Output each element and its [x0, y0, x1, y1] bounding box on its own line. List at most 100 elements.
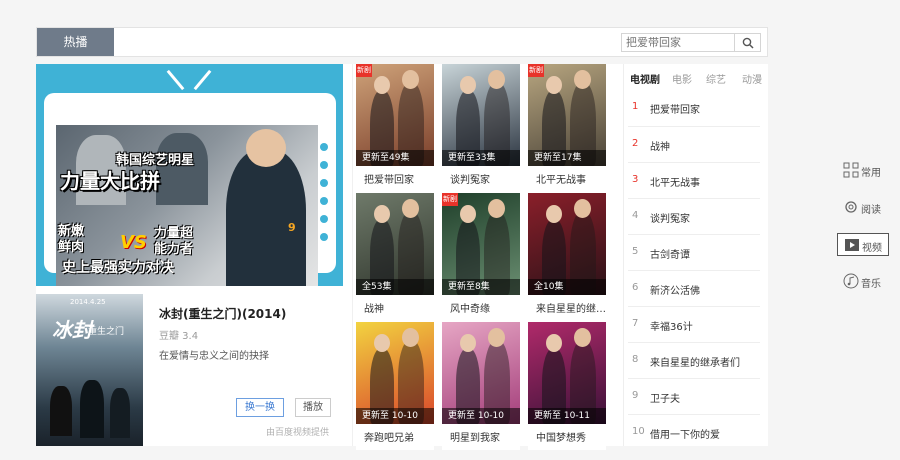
ranking-item[interactable]: 9 卫子夫 [628, 378, 760, 414]
rank-title[interactable]: 把爱带回家 [650, 101, 700, 116]
side-nav-item[interactable]: 视频 [837, 233, 889, 256]
ranking-item[interactable]: 10 借用一下你的爱 [628, 414, 760, 450]
show-thumbnail[interactable]: 更新至 10-11 [528, 322, 606, 424]
show-title[interactable]: 明星到我家 [450, 429, 520, 444]
show-thumbnail[interactable]: 新剧 更新至49集 [356, 64, 434, 166]
rank-number: 8 [632, 354, 639, 365]
show-thumbnail[interactable]: 新剧 更新至8集 [442, 193, 520, 295]
tab-variety[interactable]: 综艺 [706, 71, 726, 86]
side-nav-label: 常用 [861, 168, 881, 179]
ranking-item[interactable]: 2 战神 [628, 126, 760, 162]
show-card[interactable]: 更新至 10-10 明星到我家 [442, 322, 520, 450]
show-thumbnail[interactable]: 更新至 10-10 [356, 322, 434, 424]
show-face [460, 334, 476, 352]
movie-poster[interactable]: 2014.4.25 冰封 重生之门 [36, 294, 143, 446]
show-card[interactable]: 更新至 10-11 中国梦想秀 [528, 322, 606, 450]
banner-ad[interactable]: 9 韩国综艺明星 力量大比拼 新嫩 鲜肉 VS 力量超 能力者 史上最强实力对决 [36, 64, 343, 286]
show-thumbnail[interactable]: 更新至 10-10 [442, 322, 520, 424]
rank-title[interactable]: 来自星星的继承者们 [650, 354, 740, 369]
ranking-item[interactable]: 3 北平无战事 [628, 162, 760, 198]
rank-title[interactable]: 幸福36计 [650, 318, 693, 333]
show-title[interactable]: 战神 [364, 300, 434, 315]
movie-rating: 豆瓣 3.4 [159, 331, 199, 342]
show-title[interactable]: 来自星星的继承者们 [536, 300, 606, 315]
rank-title[interactable]: 战神 [650, 138, 670, 153]
show-card[interactable]: 新剧 更新至49集把爱带回家 [356, 64, 434, 192]
show-title[interactable]: 奔跑吧兄弟 [364, 429, 434, 444]
banner-line5: 史上最强实力对决 [62, 260, 174, 276]
show-card[interactable]: 更新至33集谈判冤家 [442, 64, 520, 192]
ranking-list: 电视剧 电影 综艺 动漫 1 把爱带回家 2 战神 3 北平无战事 4 谈判冤家 5 古剑奇谭 6 新… [623, 64, 768, 446]
search-input[interactable] [622, 34, 734, 51]
tab-anime[interactable]: 动漫 [742, 71, 762, 86]
ranking-item[interactable]: 8 来自星星的继承者们 [628, 342, 760, 378]
show-face [460, 76, 476, 94]
rank-title[interactable]: 借用一下你的爱 [650, 426, 720, 441]
show-title[interactable]: 北平无战事 [536, 171, 606, 186]
rank-number: 7 [632, 318, 639, 329]
tv-antenna-right [193, 69, 212, 91]
ranking-item[interactable]: 5 古剑奇谭 [628, 234, 760, 270]
rank-title[interactable]: 卫子夫 [650, 390, 680, 405]
tab-hot[interactable]: 热播 [37, 28, 114, 56]
tab-tv-series[interactable]: 电视剧 [630, 71, 660, 86]
top-bar: 热播 [36, 27, 768, 57]
content-panel: 9 韩国综艺明星 力量大比拼 新嫩 鲜肉 VS 力量超 能力者 史上最强实力对决… [36, 64, 768, 450]
new-badge: 新剧 [356, 64, 372, 77]
rank-title[interactable]: 北平无战事 [650, 174, 700, 189]
show-title[interactable]: 中国梦想秀 [536, 429, 606, 444]
show-card[interactable]: 全53集战神 [356, 193, 434, 321]
show-face [460, 205, 476, 223]
side-nav-item[interactable]: 音乐 [837, 270, 889, 293]
shirt-number: 9 [288, 221, 296, 234]
side-nav-label: 阅读 [861, 205, 881, 216]
rank-title[interactable]: 新济公活佛 [650, 282, 700, 297]
ranking-item[interactable]: 6 新济公活佛 [628, 270, 760, 306]
divider [352, 64, 353, 446]
video-module: 热播 9 [0, 0, 900, 460]
show-card[interactable]: 新剧 更新至17集北平无战事 [528, 64, 606, 192]
show-card[interactable]: 新剧 更新至8集风中奇缘 [442, 193, 520, 321]
movie-title[interactable]: 冰封(重生之门)(2014) [159, 305, 286, 322]
search-box [621, 33, 761, 52]
rank-number: 4 [632, 210, 639, 221]
episode-status: 更新至 10-10 [356, 408, 434, 424]
side-nav-label: 音乐 [861, 279, 881, 290]
show-thumbnail[interactable]: 更新至33集 [442, 64, 520, 166]
rank-title[interactable]: 谈判冤家 [650, 210, 690, 225]
ranking-item[interactable]: 7 幸福36计 [628, 306, 760, 342]
show-thumbnail[interactable]: 全10集 [528, 193, 606, 295]
search-icon [742, 37, 754, 49]
episode-status: 更新至 10-11 [528, 408, 606, 424]
play-button[interactable]: 播放 [295, 398, 331, 417]
side-nav-label: 视频 [862, 243, 882, 254]
side-nav-item[interactable]: 阅读 [837, 196, 889, 219]
ranking-item[interactable]: 1 把爱带回家 [628, 90, 760, 126]
movie-description: 在爱情与忠义之间的抉择 [159, 351, 269, 362]
show-title[interactable]: 风中奇缘 [450, 300, 520, 315]
banner-line2: 力量大比拼 [60, 169, 160, 193]
show-card[interactable]: 全10集来自星星的继承者们 [528, 193, 606, 321]
search-button[interactable] [734, 34, 760, 51]
ranking-item[interactable]: 4 谈判冤家 [628, 198, 760, 234]
banner-left-label: 新嫩 鲜肉 [58, 224, 85, 255]
show-face [546, 205, 562, 223]
show-face [488, 328, 505, 347]
show-title[interactable]: 谈判冤家 [450, 171, 520, 186]
show-face [488, 70, 505, 89]
swap-button[interactable]: 换一换 [236, 398, 284, 417]
new-badge: 新剧 [442, 193, 458, 206]
figure-host [226, 150, 306, 286]
show-title[interactable]: 把爱带回家 [364, 171, 434, 186]
show-thumbnail[interactable]: 全53集 [356, 193, 434, 295]
tab-movies[interactable]: 电影 [672, 71, 692, 86]
ranking-tabs: 电视剧 电影 综艺 动漫 [630, 71, 764, 87]
show-face [574, 70, 591, 89]
episode-status: 更新至17集 [528, 150, 606, 166]
show-thumbnail[interactable]: 新剧 更新至17集 [528, 64, 606, 166]
poster-subtitle: 重生之门 [88, 327, 125, 337]
show-card[interactable]: 更新至 10-10 奔跑吧兄弟 [356, 322, 434, 450]
show-face [402, 328, 419, 347]
side-nav-item[interactable]: 常用 [837, 159, 889, 182]
rank-title[interactable]: 古剑奇谭 [650, 246, 690, 261]
